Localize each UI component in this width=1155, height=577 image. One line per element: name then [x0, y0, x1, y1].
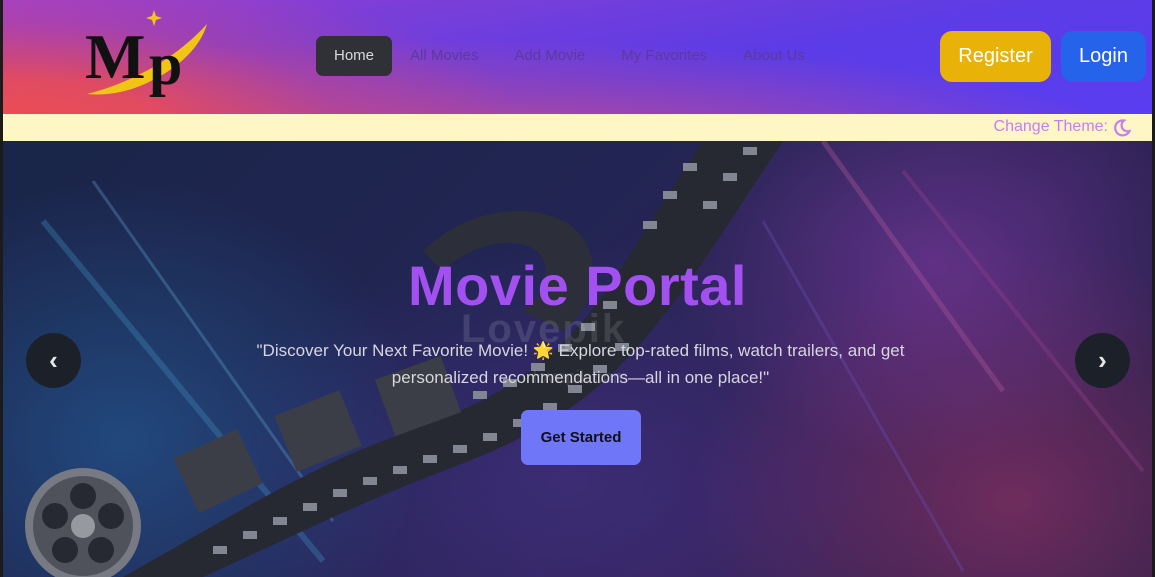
nav-all-movies[interactable]: All Movies [392, 36, 496, 76]
svg-text:p: p [149, 31, 182, 97]
hero-carousel: Lovepik lovepik.com Movie Portal "Discov… [3, 141, 1152, 577]
hero-description: "Discover Your Next Favorite Movie! 🌟 Ex… [256, 341, 905, 387]
navbar: M p Home All Movies Add Movie My Favorit… [3, 0, 1152, 114]
carousel-prev-button[interactable]: ‹ [26, 333, 81, 388]
main-nav: Home All Movies Add Movie My Favorites A… [316, 36, 823, 76]
moon-icon[interactable] [1113, 119, 1132, 137]
change-theme-label: Change Theme: [993, 118, 1108, 135]
carousel-next-button[interactable]: › [1075, 333, 1130, 388]
site-logo[interactable]: M p [79, 6, 213, 102]
svg-text:M: M [85, 21, 145, 92]
hero-title: Movie Portal [408, 254, 747, 317]
nav-home[interactable]: Home [316, 36, 393, 76]
logo-icon: M p [85, 10, 207, 97]
nav-about-us[interactable]: About Us [725, 36, 823, 76]
nav-add-movie[interactable]: Add Movie [496, 36, 603, 76]
get-started-button[interactable]: Get Started [521, 410, 641, 465]
app-window: M p Home All Movies Add Movie My Favorit… [0, 0, 1155, 577]
theme-bar: Change Theme: [3, 114, 1152, 141]
register-button[interactable]: Register [940, 31, 1051, 82]
login-button[interactable]: Login [1061, 31, 1146, 82]
nav-my-favorites[interactable]: My Favorites [603, 36, 725, 76]
